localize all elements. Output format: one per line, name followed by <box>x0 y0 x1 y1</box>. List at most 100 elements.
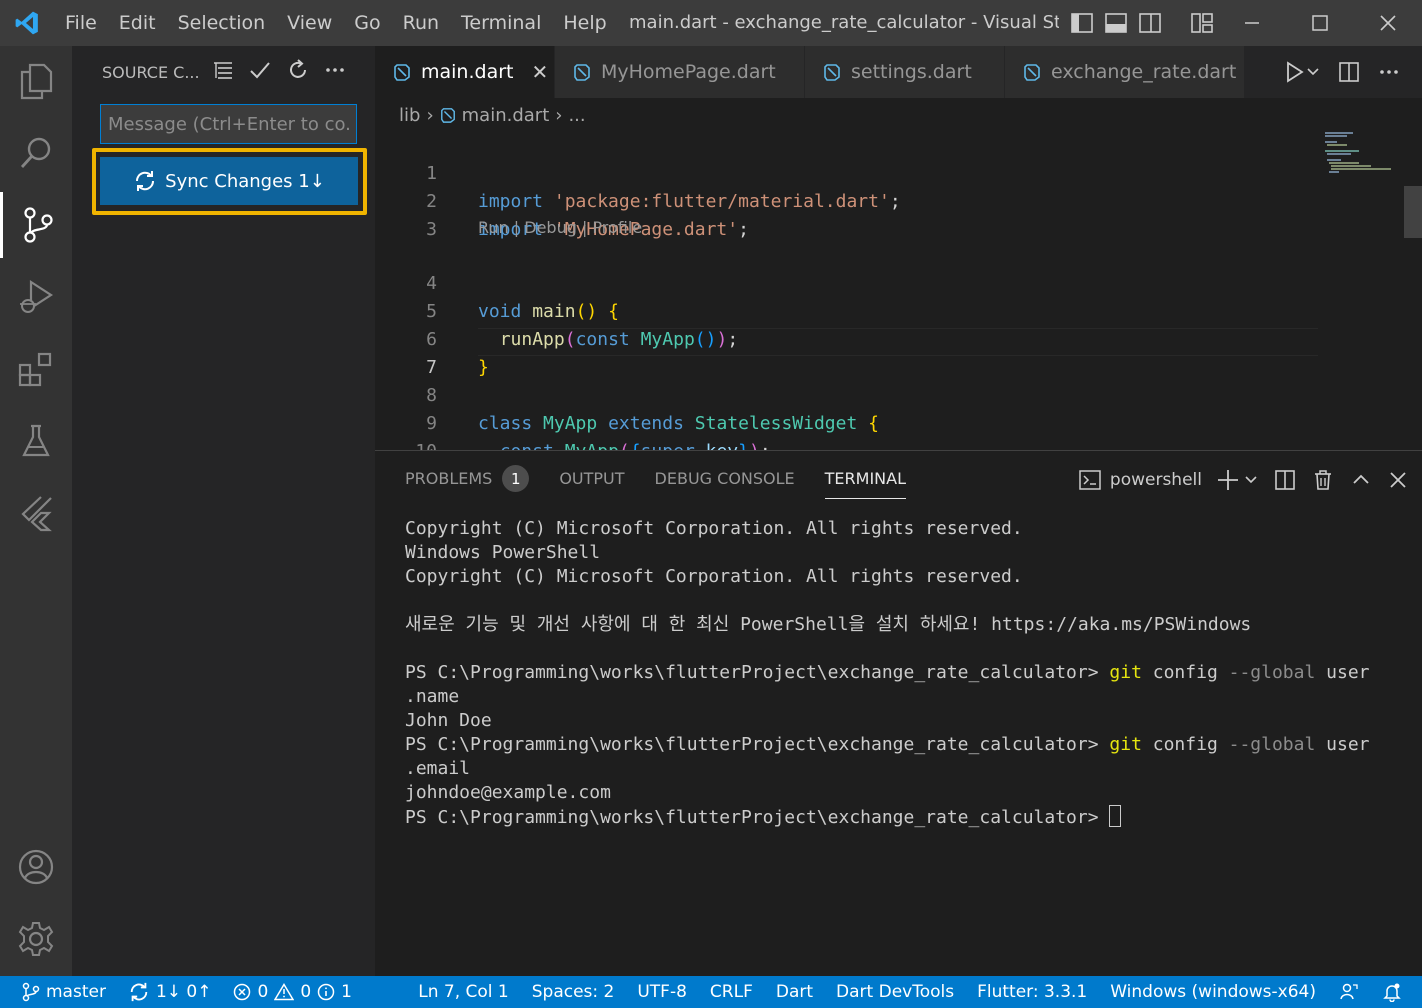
status-flutter-version[interactable]: Flutter: 3.3.1 <box>977 982 1087 1002</box>
status-problems[interactable]: 0 0 1 <box>233 982 352 1002</box>
terminal-cursor <box>1109 805 1122 827</box>
terminal-line: PS C:\Programming\works\flutterProject\e… <box>405 805 1370 830</box>
sync-changes-label: Sync Changes 1↓ <box>165 170 325 192</box>
toggle-secondary-sidebar-icon[interactable] <box>1138 12 1162 34</box>
menu-edit[interactable]: Edit <box>108 0 167 46</box>
minimize-icon[interactable] <box>1218 0 1286 46</box>
kill-terminal-trash-icon[interactable] <box>1312 469 1334 491</box>
sync-changes-button[interactable]: Sync Changes 1↓ <box>100 157 358 205</box>
status-device[interactable]: Windows (windows-x64) <box>1110 982 1316 1002</box>
terminal-line: .name <box>405 686 460 707</box>
refresh-icon[interactable] <box>286 58 310 82</box>
codelens-run-debug-profile[interactable]: Run | Debug | Profile <box>478 218 642 237</box>
code-line: 10 <box>375 410 1422 450</box>
run-debug-dropdown-icon[interactable] <box>1280 59 1320 85</box>
status-branch[interactable]: master <box>22 982 106 1002</box>
breadcrumb-more[interactable]: ... <box>568 105 585 126</box>
editor-more-actions-icon[interactable] <box>1378 61 1400 83</box>
menu-help[interactable]: Help <box>552 0 617 46</box>
tab-settings-dart[interactable]: settings.dart <box>805 46 1005 98</box>
terminal-line: PS C:\Programming\works\flutterProject\e… <box>405 734 1370 755</box>
terminal-line: PS C:\Programming\works\flutterProject\e… <box>405 662 1370 683</box>
terminal-output[interactable]: Copyright (C) Microsoft Corporation. All… <box>405 517 1370 830</box>
dart-file-icon <box>440 107 456 123</box>
new-terminal-icon[interactable] <box>1218 468 1258 492</box>
vscode-logo-icon <box>0 0 54 46</box>
more-actions-icon[interactable] <box>324 59 346 81</box>
feedback-icon[interactable] <box>1339 982 1359 1002</box>
menu-terminal[interactable]: Terminal <box>450 0 552 46</box>
status-eol[interactable]: CRLF <box>710 982 753 1002</box>
menu-run[interactable]: Run <box>392 0 450 46</box>
close-tab-icon[interactable]: ✕ <box>531 60 548 84</box>
sidebar-title: SOURCE C... <box>102 63 200 82</box>
settings-gear-icon[interactable] <box>0 906 72 972</box>
notifications-bell-icon[interactable] <box>1382 982 1402 1002</box>
accounts-icon[interactable] <box>0 834 72 900</box>
editor-tabs: main.dart ✕ MyHomePage.dart settings.dar… <box>375 46 1422 98</box>
code-editor[interactable]: 1 import 'package:flutter/material.dart'… <box>375 132 1422 450</box>
terminal-line: 새로운 기능 및 개선 사항에 대 한 최신 PowerShell을 설치 하세… <box>405 614 1252 635</box>
error-icon <box>233 983 251 1001</box>
breadcrumb-folder[interactable]: lib <box>399 105 420 126</box>
source-control-icon[interactable] <box>0 192 72 258</box>
tab-terminal[interactable]: TERMINAL <box>824 465 907 499</box>
tab-exchange-rate-dart[interactable]: exchange_rate.dart <box>1005 46 1245 98</box>
menu-selection[interactable]: Selection <box>167 0 277 46</box>
flutter-icon[interactable] <box>0 480 72 546</box>
tab-myhomepage-dart[interactable]: MyHomePage.dart <box>555 46 805 98</box>
maximize-icon[interactable] <box>1286 0 1354 46</box>
layout-controls <box>1070 0 1214 46</box>
commit-message-input[interactable] <box>100 104 357 144</box>
terminal-selector[interactable]: powershell <box>1078 469 1202 491</box>
toggle-panel-icon[interactable] <box>1104 12 1128 34</box>
split-editor-icon[interactable] <box>1338 61 1360 83</box>
view-as-tree-icon[interactable] <box>212 59 234 81</box>
editor-scrollbar[interactable] <box>1404 186 1422 238</box>
status-language[interactable]: Dart <box>776 982 813 1002</box>
breadcrumb-file[interactable]: main.dart <box>462 105 550 126</box>
terminal-line: John Doe <box>405 710 492 731</box>
explorer-icon[interactable] <box>0 48 72 114</box>
warning-icon <box>274 983 295 1001</box>
split-terminal-icon[interactable] <box>1274 469 1296 491</box>
breadcrumb-chevron-icon: › <box>426 104 434 126</box>
menu-file[interactable]: File <box>54 0 108 46</box>
customize-layout-icon[interactable] <box>1190 12 1214 34</box>
terminal-line: Copyright (C) Microsoft Corporation. All… <box>405 518 1023 539</box>
terminal-line: .email <box>405 758 471 779</box>
maximize-panel-chevron-up-icon[interactable] <box>1350 469 1372 491</box>
search-icon[interactable] <box>0 120 72 186</box>
testing-icon[interactable] <box>0 408 72 474</box>
close-window-icon[interactable] <box>1354 0 1422 46</box>
tab-output[interactable]: OUTPUT <box>559 465 624 499</box>
status-encoding[interactable]: UTF-8 <box>637 982 687 1002</box>
code-line: 1 import 'package:flutter/material.dart'… <box>375 132 1422 212</box>
menu-go[interactable]: Go <box>343 0 391 46</box>
tab-main-dart[interactable]: main.dart ✕ <box>375 46 555 98</box>
code-line: 9 const MyApp({super.key}); <box>375 382 1422 450</box>
minimap[interactable] <box>1323 132 1398 182</box>
extensions-icon[interactable] <box>0 336 72 402</box>
dart-file-icon <box>823 63 841 81</box>
line-number: 10 <box>375 438 437 450</box>
problems-count-badge: 1 <box>502 465 530 492</box>
panel-actions: powershell <box>1078 465 1408 495</box>
tab-debug-console[interactable]: DEBUG CONSOLE <box>655 465 795 499</box>
toggle-primary-sidebar-icon[interactable] <box>1070 12 1094 34</box>
activity-bar <box>0 46 72 976</box>
commit-check-icon[interactable] <box>248 59 272 81</box>
dart-file-icon <box>573 63 591 81</box>
status-indentation[interactable]: Spaces: 2 <box>532 982 615 1002</box>
git-branch-icon <box>22 982 40 1002</box>
run-and-debug-icon[interactable] <box>0 264 72 330</box>
status-dart-devtools[interactable]: Dart DevTools <box>836 982 954 1002</box>
close-panel-icon[interactable] <box>1388 470 1408 490</box>
code-line: 6 } <box>375 298 1422 378</box>
tab-problems[interactable]: PROBLEMS 1 <box>405 465 530 499</box>
menu-view[interactable]: View <box>276 0 343 46</box>
status-cursor-position[interactable]: Ln 7, Col 1 <box>418 982 509 1002</box>
status-sync[interactable]: 1↓ 0↑ <box>128 981 211 1003</box>
